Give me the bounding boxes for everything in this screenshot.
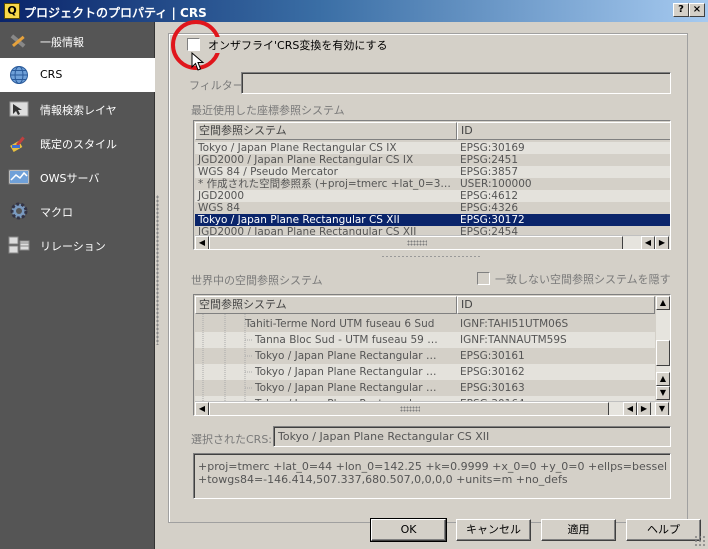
- selected-crs-field: Tokyo / Japan Plane Rectangular CS XII: [273, 426, 671, 447]
- sidebar-item-default-styles[interactable]: 既定のスタイル: [0, 126, 155, 160]
- splitter-handle[interactable]: [156, 195, 159, 345]
- window-title: プロジェクトのプロパティ | CRS: [24, 6, 207, 20]
- paint-brush-icon: [10, 136, 25, 152]
- column-header-id[interactable]: ID: [457, 296, 655, 314]
- filter-input[interactable]: [241, 72, 671, 94]
- sidebar-item-label: OWSサーバ: [40, 172, 100, 185]
- scroll-thumb[interactable]: [209, 236, 623, 249]
- scroll-up-button-2[interactable]: ▲: [656, 372, 670, 386]
- relations-table-icon: [8, 236, 30, 254]
- scroll-left-button[interactable]: ◀: [195, 402, 209, 415]
- crs-panel: オンザフライ'CRS変換を有効にする フィルター 最近使用した座標参照システム …: [160, 20, 708, 549]
- sidebar-item-identify-layers[interactable]: 情報検索レイヤ: [0, 92, 155, 126]
- cancel-button[interactable]: キャンセル: [456, 519, 531, 541]
- gear-icon: [10, 202, 28, 220]
- tree-guides: [202, 314, 253, 402]
- resize-grip[interactable]: [694, 535, 706, 547]
- ows-server-icon: [8, 169, 30, 185]
- help-title-button[interactable]: ?: [673, 3, 689, 17]
- sidebar-item-label: 情報検索レイヤ: [40, 104, 117, 117]
- sidebar-item-relations[interactable]: リレーション: [0, 228, 155, 262]
- proj-definition-line-2: +towgs84=-146.414,507.337,680.507,0,0,0,…: [198, 473, 568, 486]
- proj-definition-line-1: +proj=tmerc +lat_0=44 +lon_0=142.25 +k=0…: [198, 460, 668, 473]
- hide-deprecated-checkbox[interactable]: [477, 272, 490, 285]
- splitter-handle-horizontal[interactable]: [381, 255, 481, 258]
- sidebar-item-label: リレーション: [40, 240, 106, 253]
- sidebar-item-label: CRS: [40, 68, 63, 81]
- sidebar-item-macros[interactable]: マクロ: [0, 194, 155, 228]
- world-vertical-scrollbar[interactable]: ▲ ▲ ▼: [656, 296, 670, 400]
- scroll-grip: [400, 406, 420, 412]
- mouse-cursor-icon: [191, 52, 205, 71]
- scroll-left-button-2[interactable]: ◀: [641, 236, 655, 249]
- sidebar-item-label: 既定のスタイル: [40, 138, 117, 151]
- scroll-corner-button[interactable]: ▼: [655, 402, 669, 415]
- scroll-right-button[interactable]: ▶: [637, 402, 651, 415]
- table-row[interactable]: WGS 84 EPSG:4326: [195, 202, 670, 214]
- scroll-thumb[interactable]: [656, 340, 670, 366]
- table-row[interactable]: JGD2000 EPSG:4612: [195, 190, 670, 202]
- scroll-up-button[interactable]: ▲: [656, 296, 670, 310]
- table-row-selected[interactable]: Tokyo / Japan Plane Rectangular CS XII E…: [195, 214, 670, 226]
- sidebar-item-crs[interactable]: CRS: [0, 58, 155, 92]
- sidebar: 一般情報 CRS 情報検索レイヤ 既定のスタイル OWSサーバ マクロ リレーシ…: [0, 22, 155, 549]
- recent-table-header: 空間参照システム ID: [195, 122, 670, 140]
- ok-button[interactable]: OK: [370, 518, 447, 542]
- globe-icon: [10, 66, 28, 84]
- scroll-right-button[interactable]: ▶: [655, 236, 669, 249]
- column-header-crs[interactable]: 空間参照システム: [195, 122, 457, 140]
- table-row[interactable]: WGS 84 / Pseudo Mercator EPSG:3857: [195, 166, 670, 178]
- sidebar-item-label: 一般情報: [40, 36, 84, 49]
- scroll-grip: [407, 240, 427, 246]
- world-table-header: 空間参照システム ID: [195, 296, 655, 314]
- recent-horizontal-scrollbar[interactable]: ◀ ◀ ▶: [195, 235, 670, 249]
- selected-crs-label: 選択されたCRS:: [191, 433, 273, 446]
- scroll-thumb[interactable]: [209, 402, 609, 415]
- window-titlebar: Q プロジェクトのプロパティ | CRS ? ×: [0, 0, 708, 22]
- table-row[interactable]: JGD2000 / Japan Plane Rectangular CS IX …: [195, 154, 670, 166]
- otf-label[interactable]: オンザフライ'CRS変換を有効にする: [205, 37, 391, 53]
- otf-checkbox[interactable]: [187, 38, 200, 51]
- sidebar-item-general[interactable]: 一般情報: [0, 24, 155, 58]
- help-button[interactable]: ヘルプ: [626, 519, 701, 541]
- close-title-button[interactable]: ×: [689, 3, 705, 17]
- otf-groupbox: オンザフライ'CRS変換を有効にする フィルター 最近使用した座標参照システム …: [168, 20, 688, 523]
- sidebar-item-ows-server[interactable]: OWSサーバ: [0, 160, 155, 194]
- filter-label: フィルター: [189, 79, 244, 92]
- column-header-crs[interactable]: 空間参照システム: [195, 296, 457, 314]
- hide-deprecated-label[interactable]: 一致しない空間参照システムを隠す: [495, 271, 671, 287]
- scroll-left-button[interactable]: ◀: [195, 236, 209, 249]
- table-row[interactable]: * 作成された空間参照系 (+proj=tmerc +lat_0=3… USER…: [195, 178, 670, 190]
- scroll-down-button[interactable]: ▼: [656, 386, 670, 400]
- qgis-app-icon: Q: [4, 3, 20, 19]
- table-row[interactable]: Tokyo / Japan Plane Rectangular CS IX EP…: [195, 142, 670, 154]
- identify-layers-icon: [9, 101, 29, 117]
- recent-crs-title: 最近使用した座標参照システム: [191, 104, 345, 117]
- proj-definition-box: +proj=tmerc +lat_0=44 +lon_0=142.25 +k=0…: [193, 453, 671, 499]
- scroll-left-button-2[interactable]: ◀: [623, 402, 637, 415]
- apply-button[interactable]: 適用: [541, 519, 616, 541]
- world-crs-table[interactable]: 空間参照システム ID Tahiti-Terme Nord UTM fuseau…: [193, 294, 671, 416]
- world-crs-title: 世界中の空間参照システム: [191, 274, 323, 287]
- column-header-id[interactable]: ID: [457, 122, 670, 140]
- sidebar-item-label: マクロ: [40, 206, 73, 219]
- tools-icon: [10, 34, 26, 48]
- recent-crs-table[interactable]: 空間参照システム ID Tokyo / Japan Plane Rectangu…: [193, 120, 671, 250]
- world-horizontal-scrollbar[interactable]: ◀ ◀ ▶ ▼: [195, 401, 670, 415]
